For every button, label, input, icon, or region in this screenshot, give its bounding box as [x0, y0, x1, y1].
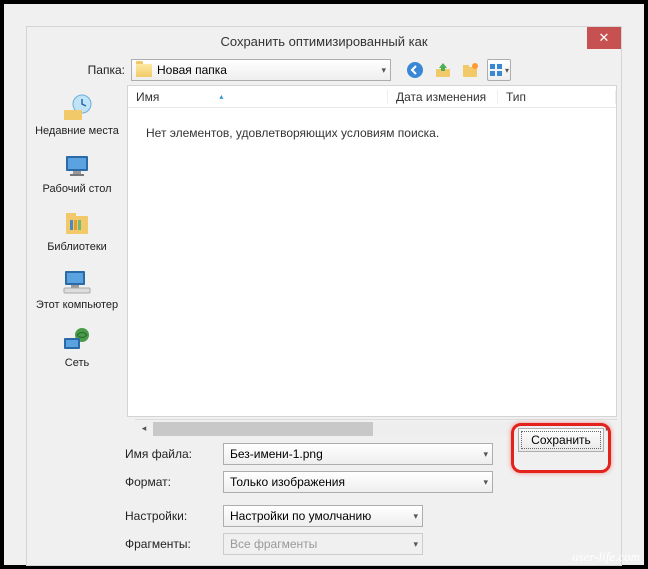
sidebar-desktop[interactable]: Рабочий стол [29, 149, 125, 197]
up-arrow-icon [434, 61, 452, 79]
back-button[interactable] [403, 59, 427, 81]
save-button[interactable]: Сохранить [518, 428, 604, 452]
main-area: Недавние места Рабочий стол Библиотеки Э… [27, 85, 621, 417]
sidebar-item-label: Сеть [65, 357, 89, 369]
up-button[interactable] [431, 59, 455, 81]
format-label: Формат: [125, 475, 217, 489]
sidebar-network[interactable]: Сеть [29, 323, 125, 371]
sidebar-item-label: Рабочий стол [42, 183, 111, 195]
desktop-icon [59, 151, 95, 181]
chevron-down-icon: ▾ [413, 539, 418, 550]
column-type[interactable]: Тип [498, 90, 616, 104]
libraries-icon [59, 209, 95, 239]
format-dropdown[interactable]: Только изображения ▾ [223, 471, 493, 493]
recent-places-icon [59, 93, 95, 123]
current-folder-name: Новая папка [157, 63, 227, 77]
scroll-thumb[interactable] [153, 422, 373, 436]
save-highlight: Сохранить [511, 423, 611, 473]
file-list[interactable]: Имя▴ Дата изменения Тип Нет элементов, у… [127, 85, 617, 417]
chevron-down-icon: ▾ [483, 449, 488, 460]
sidebar-libraries[interactable]: Библиотеки [29, 207, 125, 255]
back-arrow-icon [406, 61, 424, 79]
sidebar-recent-places[interactable]: Недавние места [29, 91, 125, 139]
watermark: user-life.com [572, 549, 640, 565]
titlebar: Сохранить оптимизированный как ✕ [27, 27, 621, 55]
fragments-label: Фрагменты: [125, 537, 217, 551]
nav-icons: ▾ [403, 59, 511, 81]
folder-label: Папка: [35, 63, 125, 77]
scroll-left-icon[interactable]: ◂ [135, 420, 153, 438]
settings-label: Настройки: [125, 509, 217, 523]
network-icon [59, 325, 95, 355]
sidebar-item-label: Этот компьютер [36, 299, 118, 311]
save-dialog: Сохранить оптимизированный как ✕ Папка: … [26, 26, 622, 566]
fragments-dropdown: Все фрагменты ▾ [223, 533, 423, 555]
chevron-down-icon: ▾ [483, 477, 488, 488]
column-headers: Имя▴ Дата изменения Тип [128, 86, 616, 108]
close-icon: ✕ [599, 30, 610, 46]
sort-indicator-icon: ▴ [219, 92, 223, 101]
column-date[interactable]: Дата изменения [388, 90, 498, 104]
chevron-down-icon: ▾ [381, 65, 386, 76]
new-folder-button[interactable] [459, 59, 483, 81]
filename-input[interactable]: Без-имени-1.png ▾ [223, 443, 493, 465]
folder-icon [136, 64, 152, 77]
sidebar-this-pc[interactable]: Этот компьютер [29, 265, 125, 313]
filename-label: Имя файла: [125, 447, 217, 461]
view-menu-button[interactable]: ▾ [487, 59, 511, 81]
view-grid-icon [489, 63, 503, 77]
column-name[interactable]: Имя▴ [128, 90, 388, 104]
places-sidebar: Недавние места Рабочий стол Библиотеки Э… [27, 85, 127, 417]
new-folder-icon [462, 61, 480, 79]
folder-toolbar: Папка: Новая папка ▾ ▾ [27, 55, 621, 85]
sidebar-item-label: Недавние места [35, 125, 119, 137]
chevron-down-icon: ▾ [505, 66, 509, 75]
settings-dropdown[interactable]: Настройки по умолчанию ▾ [223, 505, 423, 527]
folder-dropdown[interactable]: Новая папка ▾ [131, 59, 391, 81]
sidebar-item-label: Библиотеки [47, 241, 107, 253]
dialog-title: Сохранить оптимизированный как [220, 34, 427, 49]
empty-message: Нет элементов, удовлетворяющих условиям … [128, 108, 616, 158]
close-button[interactable]: ✕ [587, 27, 621, 49]
computer-icon [59, 267, 95, 297]
chevron-down-icon: ▾ [413, 511, 418, 522]
